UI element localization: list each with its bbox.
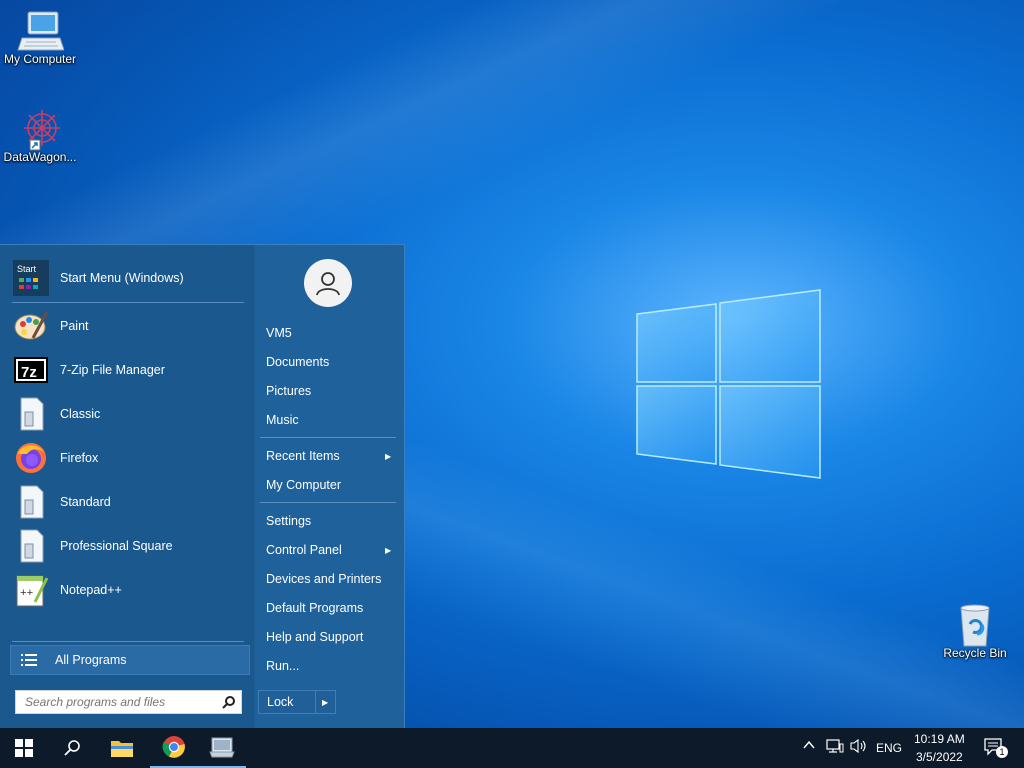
program-label: Notepad++ bbox=[60, 583, 122, 597]
program-notepadpp[interactable]: ++ Notepad++ bbox=[12, 570, 248, 610]
program-paint[interactable]: Paint bbox=[12, 306, 248, 346]
menu-item-help-support[interactable]: Help and Support bbox=[266, 630, 363, 644]
document-icon bbox=[12, 395, 50, 433]
start-button[interactable] bbox=[0, 728, 48, 768]
submenu-arrow-icon: ▶ bbox=[385, 546, 392, 555]
separator bbox=[260, 437, 396, 438]
firefox-icon bbox=[12, 439, 50, 477]
program-label: Firefox bbox=[60, 451, 99, 465]
search-icon bbox=[64, 740, 80, 756]
program-label: Paint bbox=[60, 319, 89, 333]
program-professional-square[interactable]: Professional Square bbox=[12, 526, 248, 566]
separator bbox=[12, 302, 244, 303]
menu-item-pictures[interactable]: Pictures bbox=[266, 384, 311, 398]
chevron-up-icon[interactable] bbox=[802, 738, 816, 755]
all-programs-label: All Programs bbox=[55, 653, 127, 667]
clock-time[interactable]: 10:19 AM bbox=[914, 732, 965, 746]
menu-item-control-panel[interactable]: Control Panel bbox=[266, 543, 342, 557]
separator bbox=[12, 641, 244, 642]
separator bbox=[260, 502, 396, 503]
app-icon bbox=[209, 737, 235, 758]
menu-item-default-programs[interactable]: Default Programs bbox=[266, 601, 363, 615]
notepadpp-icon: ++ bbox=[12, 571, 50, 609]
menu-item-my-computer[interactable]: My Computer bbox=[266, 478, 341, 492]
notification-badge: 1 bbox=[996, 746, 1008, 758]
program-label: Standard bbox=[60, 495, 111, 509]
desktop-icon-recycle-bin[interactable]: Recycle Bin bbox=[935, 602, 1015, 660]
user-avatar[interactable] bbox=[304, 259, 352, 307]
chrome-icon bbox=[162, 736, 185, 758]
desktop-icon-label: Recycle Bin bbox=[943, 646, 1007, 660]
menu-item-music[interactable]: Music bbox=[266, 413, 299, 427]
submenu-arrow-icon: ▶ bbox=[385, 452, 392, 461]
taskbar-chrome[interactable] bbox=[150, 728, 198, 768]
program-7zip[interactable]: 7z 7-Zip File Manager bbox=[12, 350, 248, 390]
program-label: 7-Zip File Manager bbox=[60, 363, 165, 377]
menu-item-devices-printers[interactable]: Devices and Printers bbox=[266, 572, 381, 586]
program-label: Professional Square bbox=[60, 539, 173, 553]
document-icon bbox=[12, 527, 50, 565]
user-icon bbox=[316, 272, 340, 296]
svg-text:++: ++ bbox=[20, 588, 33, 600]
program-firefox[interactable]: Firefox bbox=[12, 438, 248, 478]
computer-icon bbox=[16, 8, 65, 52]
clock-date[interactable]: 3/5/2022 bbox=[916, 750, 963, 764]
lock-options-arrow-icon[interactable]: ▶ bbox=[315, 691, 328, 713]
windows-logo-wallpaper bbox=[636, 289, 821, 479]
7zip-icon: 7z bbox=[12, 351, 50, 389]
search-input[interactable] bbox=[23, 694, 222, 710]
menu-item-recent-items[interactable]: Recent Items bbox=[266, 449, 340, 463]
start-icon bbox=[15, 739, 33, 757]
svg-text:7z: 7z bbox=[21, 364, 37, 381]
search-box[interactable] bbox=[15, 690, 242, 714]
svg-text:Start: Start bbox=[17, 264, 37, 274]
start-menu-icon: Start bbox=[12, 259, 50, 297]
language-indicator[interactable]: ENG bbox=[876, 741, 902, 755]
taskbar-search-button[interactable] bbox=[48, 728, 96, 768]
program-standard[interactable]: Standard bbox=[12, 482, 248, 522]
all-programs-button[interactable]: All Programs bbox=[10, 645, 250, 675]
desktop-icon-datawagon[interactable]: DataWagon... bbox=[0, 106, 80, 164]
program-label: Classic bbox=[60, 407, 101, 421]
search-icon[interactable] bbox=[222, 695, 236, 709]
menu-item-user[interactable]: VM5 bbox=[266, 326, 292, 340]
menu-item-settings[interactable]: Settings bbox=[266, 514, 311, 528]
menu-item-documents[interactable]: Documents bbox=[266, 355, 329, 369]
volume-icon[interactable] bbox=[850, 738, 868, 757]
lock-button[interactable]: Lock ▶ bbox=[258, 690, 336, 714]
lock-label: Lock bbox=[267, 695, 294, 709]
taskbar-file-explorer[interactable] bbox=[98, 728, 146, 768]
recycle-bin-icon bbox=[951, 602, 999, 647]
file-explorer-icon bbox=[111, 741, 133, 757]
taskbar-app[interactable] bbox=[198, 728, 246, 768]
notification-center-button[interactable]: 1 bbox=[984, 738, 1008, 758]
program-label: Start Menu (Windows) bbox=[60, 271, 184, 285]
menu-item-run[interactable]: Run... bbox=[266, 659, 299, 673]
network-icon[interactable] bbox=[826, 738, 844, 757]
desktop-icon-my-computer[interactable]: My Computer bbox=[0, 8, 80, 66]
paint-icon bbox=[12, 307, 50, 345]
list-icon bbox=[21, 654, 37, 666]
document-icon bbox=[12, 483, 50, 521]
pinned-start-menu-windows[interactable]: Start Start Menu (Windows) bbox=[12, 258, 248, 298]
datawagon-icon bbox=[16, 106, 64, 151]
desktop-icon-label: DataWagon... bbox=[3, 150, 77, 164]
desktop-icon-label: My Computer bbox=[3, 52, 77, 66]
program-classic[interactable]: Classic bbox=[12, 394, 248, 434]
